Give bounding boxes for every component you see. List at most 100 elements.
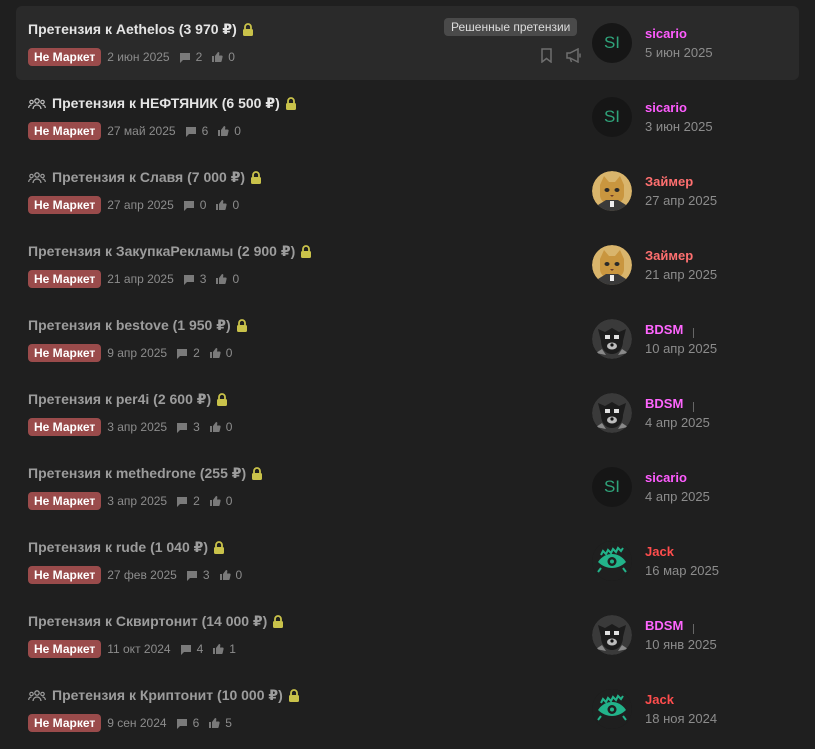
last-post-date[interactable]: 4 апр 2025 <box>645 415 710 430</box>
username[interactable]: Займер <box>645 248 693 263</box>
thread-title[interactable]: Претензия к per4i (2 600 ₽) <box>28 391 228 408</box>
thread-title[interactable]: Претензия к Сквиртонит (14 000 ₽) <box>28 613 284 630</box>
prefix-badge[interactable]: Не Маркет <box>28 714 102 732</box>
thread-title[interactable]: Претензия к rude (1 040 ₽) <box>28 539 225 556</box>
thumbs-up-icon <box>209 421 221 433</box>
thumbs-up-icon <box>217 125 229 137</box>
username[interactable]: BDSM <box>645 322 683 337</box>
prefix-badge[interactable]: Не Маркет <box>28 418 102 436</box>
comment-icon <box>185 126 197 137</box>
cat-avatar[interactable] <box>592 171 632 211</box>
like-count: 1 <box>229 642 236 656</box>
thread-title-text[interactable]: Претензия к Aethelos (3 970 ₽) <box>28 21 237 38</box>
like-count: 0 <box>225 420 233 434</box>
comment-icon <box>183 274 195 285</box>
thread-title-text[interactable]: Претензия к per4i (2 600 ₽) <box>28 391 211 408</box>
thread-title-text[interactable]: Претензия к bestove (1 950 ₽) <box>28 317 231 334</box>
thread-row[interactable]: Претензия к Сквиртонит (14 000 ₽) Не Мар… <box>16 598 799 672</box>
thread-row[interactable]: Претензия к Славя (7 000 ₽) Не Маркет 27… <box>16 154 799 228</box>
username[interactable]: sicario <box>645 26 687 41</box>
thread-meta: Не Маркет 3 апр 2025 2 0 <box>28 492 241 510</box>
cat-avatar[interactable] <box>592 245 632 285</box>
username[interactable]: Займер <box>645 174 693 189</box>
last-post-date[interactable]: 10 янв 2025 <box>645 637 717 652</box>
thread-row[interactable]: Претензия к methedrone (255 ₽) Не Маркет… <box>16 450 799 524</box>
last-post-date[interactable]: 21 апр 2025 <box>645 267 717 282</box>
username[interactable]: sicario <box>645 470 687 485</box>
prefix-badge[interactable]: Не Маркет <box>28 196 102 214</box>
thread-title[interactable]: Претензия к ЗакупкаРекламы (2 900 ₽) <box>28 243 312 260</box>
thread-row[interactable]: Претензия к Криптонит (10 000 ₽) Не Марк… <box>16 672 799 746</box>
thread-row[interactable]: Претензия к ЗакупкаРекламы (2 900 ₽) Не … <box>16 228 799 302</box>
thread-row[interactable]: Претензия к НЕФТЯНИК (6 500 ₽) Не Маркет… <box>16 80 799 154</box>
thread-meta: Не Маркет 9 апр 2025 2 0 <box>28 344 241 362</box>
thread-title-text[interactable]: Претензия к Славя (7 000 ₽) <box>52 169 245 186</box>
comment-icon <box>176 718 188 729</box>
username[interactable]: Jack <box>645 544 674 559</box>
dog-avatar[interactable] <box>592 615 632 655</box>
prefix-badge[interactable]: Не Маркет <box>28 566 102 584</box>
last-post-date[interactable]: 10 апр 2025 <box>645 341 717 356</box>
reply-count: 0 <box>199 198 207 212</box>
thread-title[interactable]: Претензия к Aethelos (3 970 ₽) <box>28 21 254 38</box>
eye-avatar[interactable] <box>592 541 632 581</box>
thread-list: Претензия к Aethelos (3 970 ₽) Решенные … <box>16 6 799 746</box>
thread-row[interactable]: Претензия к per4i (2 600 ₽) Не Маркет 3 … <box>16 376 799 450</box>
reply-count: 2 <box>193 346 200 360</box>
thread-date: 11 окт 2024 <box>107 642 171 656</box>
megaphone-icon[interactable] <box>565 47 583 68</box>
thread-title[interactable]: Претензия к methedrone (255 ₽) <box>28 465 263 482</box>
dog-avatar[interactable] <box>592 319 632 359</box>
thread-title-text[interactable]: Претензия к rude (1 040 ₽) <box>28 539 208 556</box>
thumbs-up-icon <box>209 347 221 359</box>
like-count: 0 <box>225 346 233 360</box>
thread-row[interactable]: Претензия к bestove (1 950 ₽) Не Маркет … <box>16 302 799 376</box>
avatar[interactable]: SI <box>592 467 632 507</box>
thumbs-up-icon <box>212 643 224 655</box>
users-group-icon <box>28 689 46 702</box>
thread-date: 2 июн 2025 <box>107 50 170 64</box>
solved-claims-tag[interactable]: Решенные претензии <box>444 18 578 36</box>
last-post-date[interactable]: 27 апр 2025 <box>645 193 717 208</box>
thread-meta: Не Маркет 2 июн 2025 2 0 <box>28 48 244 66</box>
thread-title-text[interactable]: Претензия к ЗакупкаРекламы (2 900 ₽) <box>28 243 295 260</box>
last-post-date[interactable]: 5 июн 2025 <box>645 45 713 60</box>
lock-icon <box>288 689 300 702</box>
username[interactable]: Jack <box>645 692 674 707</box>
dog-avatar[interactable] <box>592 393 632 433</box>
thread-title-text[interactable]: Претензия к methedrone (255 ₽) <box>28 465 246 482</box>
eye-avatar[interactable] <box>592 689 632 729</box>
thread-actions <box>540 47 583 68</box>
thread-date: 27 апр 2025 <box>107 198 174 212</box>
thread-title[interactable]: Претензия к НЕФТЯНИК (6 500 ₽) <box>28 95 297 112</box>
prefix-badge[interactable]: Не Маркет <box>28 344 102 362</box>
like-count: 0 <box>232 198 240 212</box>
username[interactable]: BDSM <box>645 618 683 633</box>
avatar-initials: SI <box>603 477 621 496</box>
thread-date: 3 апр 2025 <box>107 494 168 508</box>
prefix-badge[interactable]: Не Маркет <box>28 270 102 288</box>
username[interactable]: sicario <box>645 100 687 115</box>
avatar[interactable]: SI <box>592 97 632 137</box>
last-post-date[interactable]: 4 апр 2025 <box>645 489 710 504</box>
bookmark-icon[interactable] <box>540 48 553 68</box>
prefix-badge[interactable]: Не Маркет <box>28 640 102 658</box>
thread-title[interactable]: Претензия к Криптонит (10 000 ₽) <box>28 687 300 704</box>
prefix-badge[interactable]: Не Маркет <box>28 48 102 66</box>
last-post-date[interactable]: 18 ноя 2024 <box>645 711 717 726</box>
last-post-date[interactable]: 16 мар 2025 <box>645 563 719 578</box>
lock-icon <box>251 467 263 480</box>
avatar[interactable]: SI <box>592 23 632 63</box>
thread-title-text[interactable]: Претензия к НЕФТЯНИК (6 500 ₽) <box>52 95 280 112</box>
thread-row[interactable]: Претензия к Aethelos (3 970 ₽) Решенные … <box>16 6 799 80</box>
prefix-badge[interactable]: Не Маркет <box>28 122 102 140</box>
thread-title[interactable]: Претензия к bestove (1 950 ₽) <box>28 317 248 334</box>
username[interactable]: BDSM <box>645 396 683 411</box>
thread-title[interactable]: Претензия к Славя (7 000 ₽) <box>28 169 262 186</box>
thread-title-text[interactable]: Претензия к Сквиртонит (14 000 ₽) <box>28 613 267 630</box>
last-post-date[interactable]: 3 июн 2025 <box>645 119 713 134</box>
thread-row[interactable]: Претензия к rude (1 040 ₽) Не Маркет 27 … <box>16 524 799 598</box>
prefix-badge[interactable]: Не Маркет <box>28 492 102 510</box>
lock-icon <box>272 615 284 628</box>
thread-title-text[interactable]: Претензия к Криптонит (10 000 ₽) <box>52 687 283 704</box>
